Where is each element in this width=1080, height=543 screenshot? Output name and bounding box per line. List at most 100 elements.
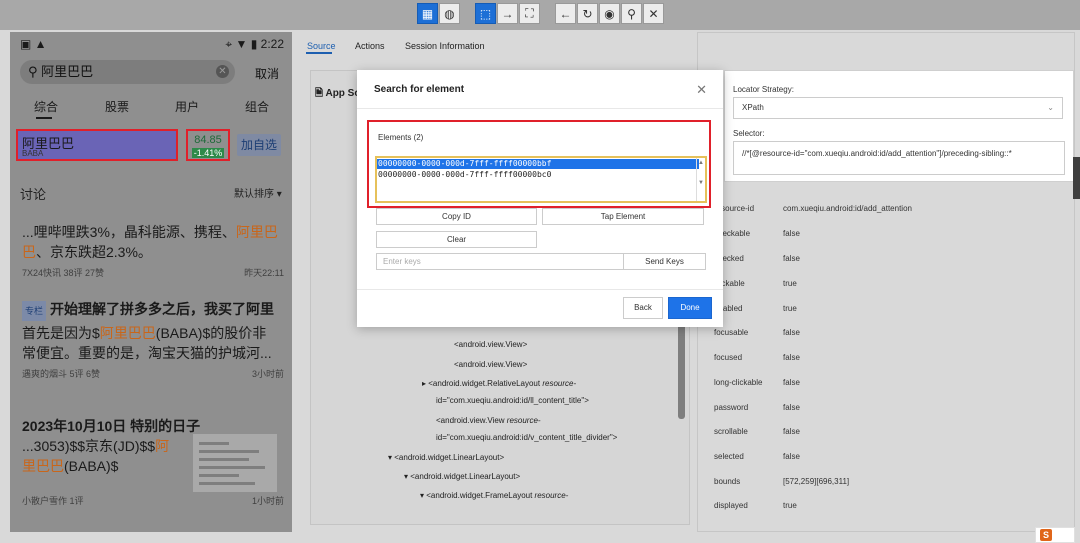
divider (357, 289, 723, 290)
divider (357, 108, 723, 109)
close-icon[interactable]: ✕ (643, 3, 664, 24)
tap-by-coordinates-icon[interactable]: ⛶ (519, 3, 540, 24)
device-screenshot[interactable]: ▣ ▲ ⌖ ▼ ▮ 2:22 ⚲ 阿里巴巴 ✕ 取消 综合 股票 用户 组合 阿… (10, 32, 292, 532)
attr-name: scrollable (714, 427, 748, 436)
globe-icon[interactable]: ◍ (439, 3, 460, 24)
locator-strategy-select[interactable]: XPath ⌄ (733, 97, 1063, 119)
done-button[interactable]: Done (668, 297, 712, 319)
stock-price-highlighted[interactable]: 84.85 -1.41% (186, 129, 230, 161)
side-drawer-handle[interactable] (1073, 157, 1080, 199)
wifi-icon: ▼ (235, 37, 248, 51)
search-icon[interactable]: ⚲ (621, 3, 642, 24)
attr-name: password (714, 403, 749, 412)
attr-name: long-clickable (714, 378, 763, 387)
document-icon: 🗎 (315, 88, 324, 99)
attr-name: bounds (714, 477, 741, 486)
battery-icon: ▮ (250, 37, 258, 51)
tab-users[interactable]: 用户 (175, 98, 199, 115)
caret-down-icon[interactable]: ▾ (404, 472, 408, 481)
eye-icon[interactable]: ◉ (599, 3, 620, 24)
listbox-scrollbar[interactable]: ▲ ▼ (696, 158, 705, 201)
copy-id-button[interactable]: Copy ID (376, 208, 537, 225)
caret-down-icon[interactable]: ▾ (388, 453, 392, 462)
close-icon[interactable]: ✕ (696, 82, 707, 98)
status-bar: ▣ ▲ ⌖ ▼ ▮ 2:22 (10, 32, 292, 56)
attr-value: true (783, 304, 797, 313)
back-button[interactable]: Back (623, 297, 663, 319)
search-element-modal: Search for element ✕ Elements (2) 000000… (357, 70, 723, 327)
active-tab-indicator (36, 117, 52, 119)
locator-panel: Locator Strategy: XPath ⌄ Selector: //*[… (724, 70, 1074, 182)
attr-name: focusable (714, 328, 749, 337)
select-icon[interactable]: ⬚ (475, 3, 496, 24)
post-meta: 小散户雪作 1评 1小时前 (22, 496, 284, 506)
tree-node[interactable]: ▾ <android.widget.LinearLayout> (404, 472, 520, 481)
elements-listbox[interactable]: 00000000-0000-000d-7fff-ffff00000bbf 000… (375, 156, 707, 203)
grid-icon[interactable]: ▦ (417, 3, 438, 24)
enter-keys-input[interactable]: Enter keys (376, 253, 624, 270)
add-to-watchlist-button[interactable]: 加自选 (237, 134, 281, 156)
post-item[interactable]: 专栏 开始理解了拼多多之后，我买了阿里 首先是因为$阿里巴巴(BABA)$的股价非… (22, 299, 284, 380)
attr-value: false (783, 427, 800, 436)
stock-code: BABA (22, 149, 44, 158)
stock-change: -1.41% (192, 148, 224, 158)
status-time: 2:22 (260, 37, 284, 51)
clear-button[interactable]: Clear (376, 231, 537, 248)
refresh-icon[interactable]: ↻ (577, 3, 598, 24)
search-icon: ⚲ (28, 64, 38, 79)
top-toolbar: ▦ ◍ ⬚ → ⛶ ← ↻ ◉ ⚲ ✕ (0, 0, 1080, 30)
sort-dropdown[interactable]: 默认排序 ▾ (234, 185, 282, 200)
attr-value: false (783, 229, 800, 238)
attr-value: false (783, 378, 800, 387)
attr-value: false (783, 403, 800, 412)
tree-node[interactable]: <android.view.View> (454, 360, 527, 369)
clear-search-icon[interactable]: ✕ (216, 65, 229, 78)
location-icon: ⌖ (225, 37, 233, 51)
tree-node[interactable]: ▾ <android.widget.LinearLayout> (388, 453, 504, 462)
status-icons: ▣ ▲ (20, 37, 47, 51)
attr-value: false (783, 254, 800, 263)
selector-input[interactable]: //*[@resource-id="com.xueqiu.android:id/… (733, 141, 1065, 175)
attr-name: selected (714, 452, 744, 461)
back-icon[interactable]: ← (555, 3, 576, 24)
attr-value: true (783, 501, 797, 510)
attr-value: [572,259][696,311] (783, 477, 850, 486)
send-keys-button[interactable]: Send Keys (623, 253, 706, 270)
tree-node[interactable]: <android.view.View> (454, 340, 527, 349)
app-search-input[interactable]: ⚲ 阿里巴巴 ✕ (20, 60, 235, 84)
search-text: 阿里巴巴 (41, 64, 94, 79)
stock-result-highlighted[interactable]: 阿里巴巴 BABA (16, 129, 178, 161)
tree-node[interactable]: ▸ <android.widget.RelativeLayout resourc… (422, 379, 576, 388)
tab-actions[interactable]: Actions (355, 41, 385, 51)
attr-value: true (783, 279, 797, 288)
caret-down-icon: ▾ (276, 189, 282, 200)
post-item[interactable]: ...哩哔哩跌3%，晶科能源、携程、阿里巴 巴、京东跌超2.3%。 7X24快讯… (22, 222, 284, 279)
tab-stocks[interactable]: 股票 (105, 98, 129, 115)
brand-logo-icon: S (1040, 529, 1052, 541)
tree-node[interactable]: ▾ <android.widget.FrameLayout resource- (420, 491, 568, 500)
locator-strategy-label: Locator Strategy: (733, 85, 794, 94)
tree-node[interactable]: <android.view.View resource- (436, 416, 541, 425)
element-option[interactable]: 00000000-0000-000d-7fff-ffff00000bc0 (377, 170, 699, 180)
tab-source[interactable]: Source (307, 41, 336, 51)
discussion-title: 讨论 (20, 187, 47, 202)
element-option[interactable]: 00000000-0000-000d-7fff-ffff00000bbf (377, 159, 699, 169)
tree-node-attr: id="com.xueqiu.android:id/v_content_titl… (436, 433, 618, 442)
caret-right-icon[interactable]: ▸ (422, 379, 426, 388)
caret-down-icon[interactable]: ▾ (420, 491, 424, 500)
cancel-button[interactable]: 取消 (255, 65, 279, 82)
tab-session-information[interactable]: Session Information (405, 41, 485, 51)
active-tab-indicator (306, 52, 332, 54)
tree-node-attr: id="com.xueqiu.android:id/ll_content_tit… (436, 396, 589, 405)
swipe-icon[interactable]: → (497, 3, 518, 24)
attr-value: false (783, 452, 800, 461)
watermark-logo: S (1035, 527, 1075, 543)
tab-portfolios[interactable]: 组合 (245, 98, 269, 115)
elements-box-highlighted: Elements (2) 00000000-0000-000d-7fff-fff… (367, 120, 711, 208)
post-thumbnail-image (193, 434, 277, 492)
attr-value: com.xueqiu.android:id/add_attention (783, 204, 912, 213)
modal-title: Search for element (374, 84, 465, 95)
tap-element-button[interactable]: Tap Element (542, 208, 704, 225)
tab-all[interactable]: 综合 (34, 98, 58, 115)
vertical-scrollbar[interactable] (678, 319, 685, 419)
